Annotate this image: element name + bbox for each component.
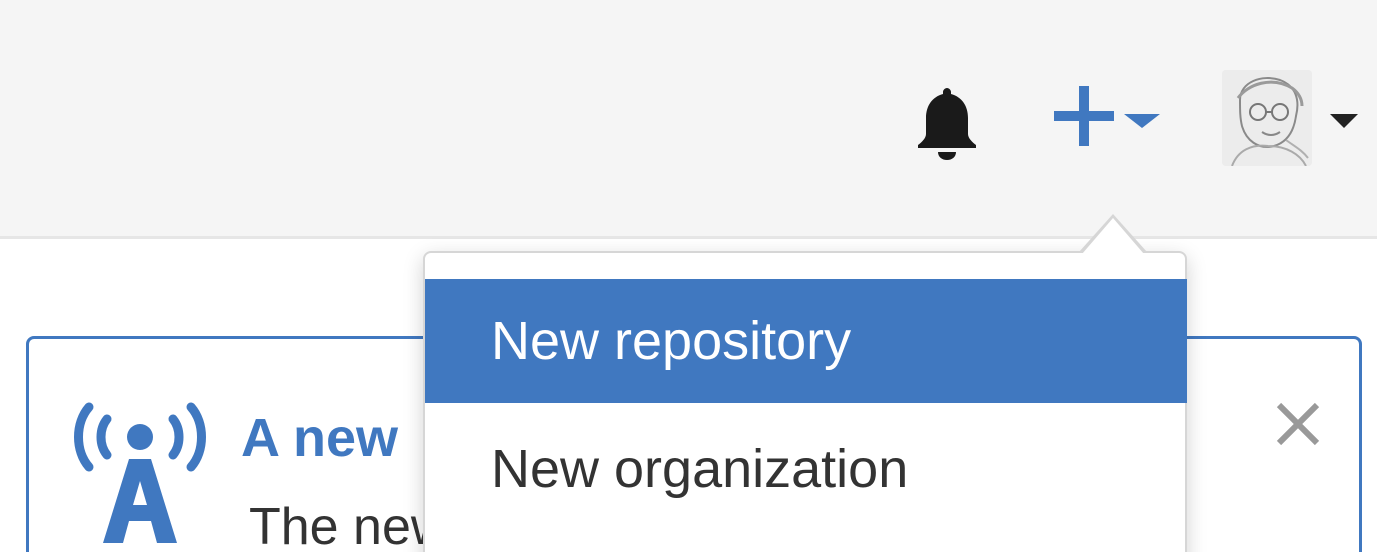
caret-down-icon	[1124, 114, 1160, 128]
create-new-dropdown: New repository New organization	[423, 251, 1187, 552]
close-icon	[1276, 402, 1320, 446]
menu-item-new-organization[interactable]: New organization	[425, 407, 1187, 531]
user-avatar-sketch-icon	[1222, 70, 1312, 166]
notifications-button[interactable]	[912, 82, 982, 164]
avatar	[1222, 70, 1312, 166]
page: A new The new New repository New organiz…	[0, 0, 1377, 552]
user-menu-button[interactable]	[1222, 70, 1372, 170]
caret-down-icon	[1330, 114, 1358, 128]
close-announcement-button[interactable]	[1273, 399, 1323, 449]
create-new-button[interactable]	[1050, 78, 1165, 158]
bell-icon	[918, 88, 976, 160]
menu-item-new-repository[interactable]: New repository	[425, 279, 1187, 403]
dropdown-pointer-fill	[1082, 218, 1144, 254]
broadcast-icon	[74, 402, 206, 543]
announcement-title: A new	[241, 408, 399, 468]
announcement-body: The new	[249, 498, 449, 552]
plus-icon	[1054, 86, 1114, 146]
top-header-bar	[0, 0, 1377, 239]
